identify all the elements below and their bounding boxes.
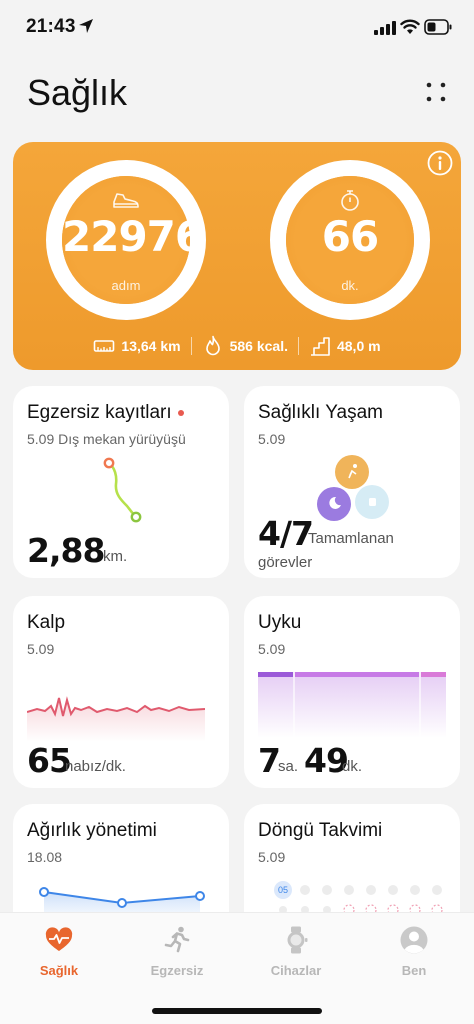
tab-label: Egzersiz [150,963,204,978]
tab-label: Ben [401,963,427,978]
watch-icon [287,926,308,954]
card-date: 5.09 [258,641,286,657]
elevation-value: 48,0 m [336,338,381,354]
hero-stats-row: 13,64 km 586 kcal. 48,0 m [13,334,461,358]
water-icon [369,498,376,506]
active-minutes-unit: dk. [341,278,359,293]
tab-me[interactable]: Ben [355,925,473,978]
cellular-signal-icon [374,21,396,35]
elevation-stat: 48,0 m [309,335,381,357]
card-title: Ağırlık yönetimi [27,820,157,841]
heart-rate-unit: nabız/dk. [65,758,126,775]
sleep-hours-value: 7 [258,741,281,780]
notification-dot [177,409,184,416]
distance-unit: km. [103,548,128,565]
heart-rate-card[interactable]: Kalp 5.09 65 nabız/dk. [13,596,229,788]
flame-icon [205,335,220,356]
card-title: Uyku [258,612,302,633]
page-title: Sağlık [27,72,128,113]
info-icon[interactable] [427,150,453,176]
stopwatch-icon [341,190,359,211]
tab-label: Sağlık [39,963,79,978]
steps-value: 22976 [62,212,204,261]
heart-icon [45,927,73,951]
battery-icon [424,19,452,35]
card-date: 5.09 [258,431,286,447]
card-title: Egzersiz kayıtları [27,402,184,424]
steps-ring: 22976 adım [46,160,206,320]
sleep-card[interactable]: Uyku 5.09 7 sa. 49 dk. [244,596,460,788]
sleep-minutes-unit: dk. [342,758,363,775]
ruler-icon [94,340,115,352]
tasks-completed-value: 4/7 [258,514,314,553]
exercise-records-card[interactable]: Egzersiz kayıtları 5.09 Dış mekan yürüyü… [13,386,229,578]
card-subtitle: 5.09 Dış mekan yürüyüşü [27,431,186,447]
tasks-completed-label-1: Tamamlanan [308,530,394,547]
activity-summary-card[interactable]: 22976 adım 66 dk. 13,64 km 586 kcal. 48,… [13,142,461,370]
card-title: Sağlıklı Yaşam [258,402,383,423]
active-minutes-value: 66 [321,212,379,261]
runner-icon [164,926,190,953]
card-title: Kalp [27,612,66,633]
tab-exercise[interactable]: Egzersiz [118,925,236,978]
stairs-icon [310,337,330,356]
wifi-icon [400,19,420,34]
distance-value: 2,88 [27,531,105,570]
tasks-completed-label-2: görevler [258,554,313,571]
card-date: 5.09 [27,641,55,657]
stat-divider [297,337,299,355]
active-minutes-ring: 66 dk. [270,160,430,320]
tab-label: Cihazlar [270,963,322,978]
route-map-graphic [103,457,142,523]
distance-value: 13,64 km [121,338,181,354]
sleep-hours-unit: sa. [278,758,299,775]
location-arrow-icon [79,19,93,33]
distance-stat: 13,64 km [93,335,181,357]
status-bar: 21:43 [0,0,474,56]
card-title: Döngü Takvimi [258,820,383,841]
healthy-living-bubbles [317,455,389,521]
status-time: 21:43 [26,16,76,37]
more-options-icon[interactable] [424,80,448,104]
shoe-icon [113,193,139,208]
calories-value: 586 kcal. [229,338,288,354]
healthy-living-card[interactable]: Sağlıklı Yaşam 5.09 4/7 Tamamlanan görev… [244,386,460,578]
tab-devices[interactable]: Cihazlar [237,925,355,978]
calories-stat: 586 kcal. [202,335,288,357]
stat-divider [190,337,192,355]
home-indicator [152,1008,322,1014]
cycle-day-badge: 05 [277,885,288,895]
card-date: 5.09 [258,849,286,865]
sleep-stages-chart [258,672,446,738]
steps-unit: adım [111,278,141,293]
card-date: 18.08 [27,849,63,865]
profile-icon [400,926,428,954]
tab-health[interactable]: Sağlık [0,925,118,978]
heart-rate-sparkline [27,696,205,742]
